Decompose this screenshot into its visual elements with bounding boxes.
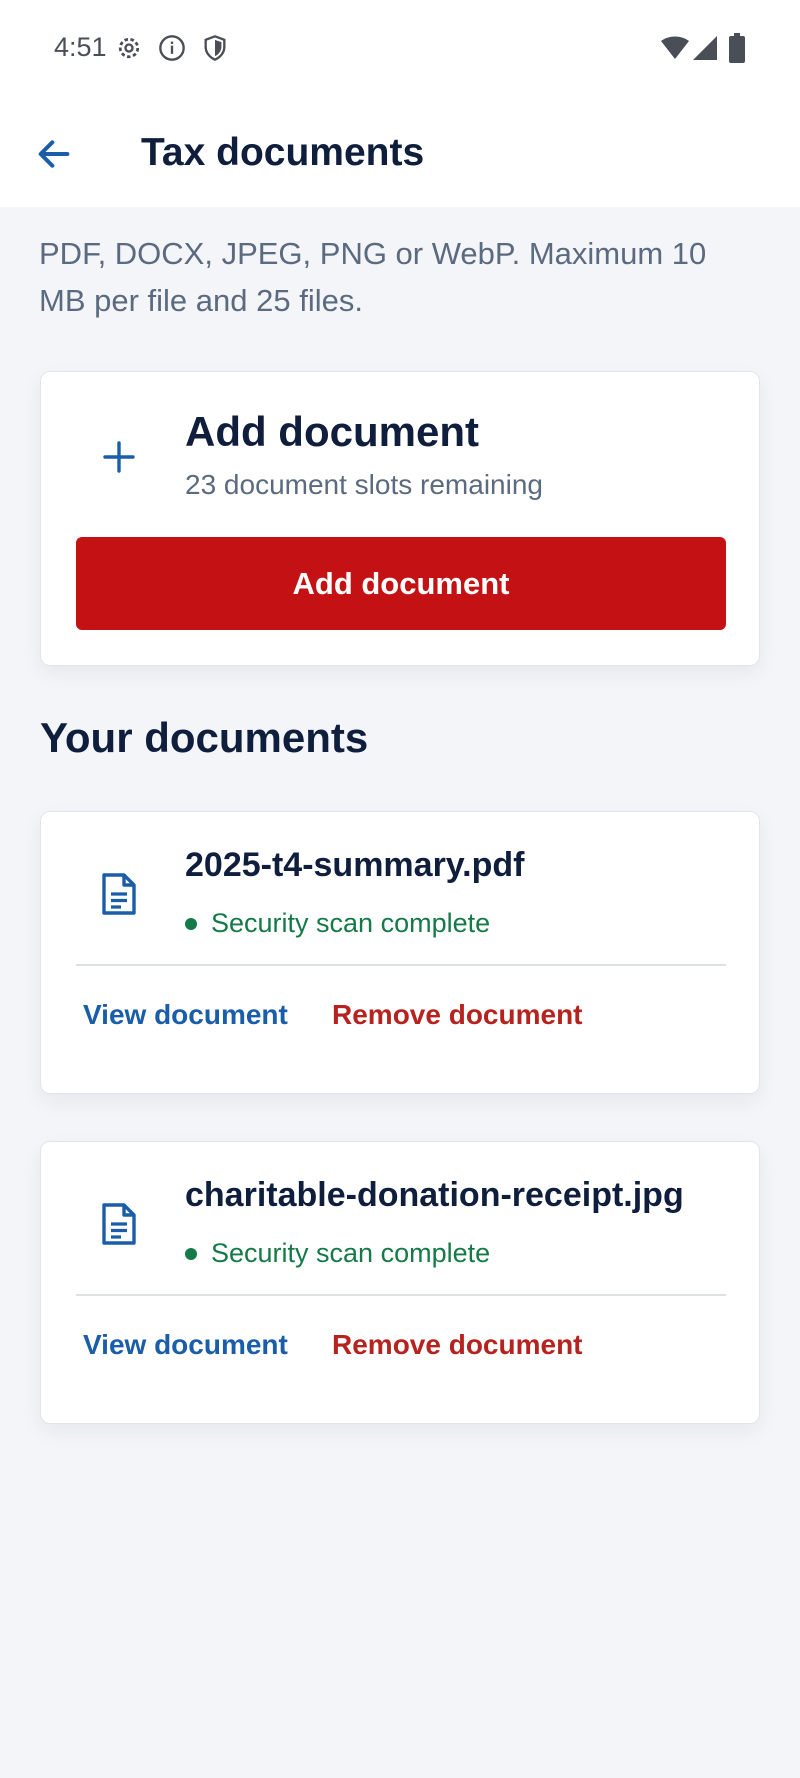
document-icon [100, 872, 138, 916]
info-icon [158, 34, 186, 67]
scan-status-text: Security scan complete [211, 1238, 491, 1268]
app-bar: Tax documents [0, 100, 800, 207]
status-dot-icon [185, 917, 197, 930]
add-document-title: Add document [185, 408, 479, 455]
view-document-link[interactable]: View document [83, 1329, 288, 1361]
document-card: 2025-t4-summary.pdf Security scan comple… [40, 811, 760, 1094]
document-name: charitable-donation-receipt.jpg [185, 1176, 684, 1214]
status-dot-icon [185, 1247, 197, 1260]
wifi-icon [660, 35, 690, 66]
view-document-link[interactable]: View document [83, 999, 288, 1031]
scan-status-text: Security scan complete [211, 908, 491, 938]
remove-document-link[interactable]: Remove document [332, 1329, 583, 1361]
document-card: charitable-donation-receipt.jpg Security… [40, 1141, 760, 1424]
page-title: Tax documents [141, 131, 425, 174]
add-document-button[interactable]: Add document [76, 537, 726, 630]
scan-status: Security scan complete [185, 1238, 490, 1269]
remove-document-link[interactable]: Remove document [332, 999, 583, 1031]
status-time: 4:51 [54, 32, 107, 62]
plus-icon [101, 439, 137, 475]
signal-icon [692, 35, 718, 66]
back-button[interactable] [34, 130, 82, 178]
document-icon [100, 1202, 138, 1246]
battery-icon [729, 33, 745, 68]
document-name: 2025-t4-summary.pdf [185, 846, 525, 884]
add-document-card: Add document 23 document slots remaining… [40, 371, 760, 666]
divider [76, 964, 726, 966]
status-bar: 4:51 [0, 0, 800, 100]
divider [76, 1294, 726, 1296]
slots-remaining-text: 23 document slots remaining [185, 469, 543, 500]
scan-status: Security scan complete [185, 908, 490, 939]
shield-icon [201, 34, 229, 67]
your-documents-heading: Your documents [40, 714, 369, 761]
gear-icon [115, 34, 143, 67]
upload-requirements-text: PDF, DOCX, JPEG, PNG or WebP. Maximum 10… [39, 236, 707, 318]
arrow-left-icon [34, 140, 74, 178]
